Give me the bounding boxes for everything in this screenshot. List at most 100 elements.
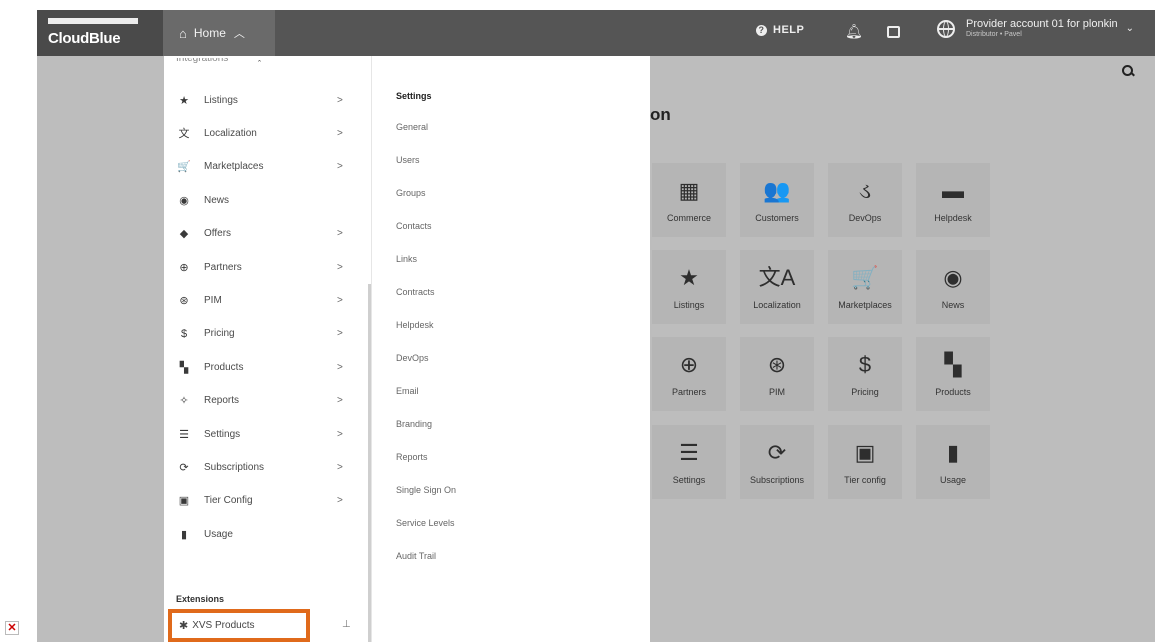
tile-icon: ☰	[679, 440, 699, 465]
tile-marketplaces[interactable]: 🛒 Marketplaces	[828, 250, 902, 324]
tile-icon: 文A	[758, 265, 796, 290]
menu-item-icon: ☰	[179, 428, 189, 441]
menu-item-label: Settings	[204, 428, 241, 440]
chevron-right-icon: >	[337, 161, 343, 173]
menu-item-usage[interactable]: ▮ Usage	[164, 520, 370, 548]
menu-item-settings[interactable]: ☰ Settings >	[164, 420, 370, 448]
tile-usage[interactable]: ▮ Usage	[916, 425, 990, 499]
home-icon: ⌂	[179, 25, 187, 41]
tile-news[interactable]: ◉ News	[916, 250, 990, 324]
chevron-right-icon: >	[337, 261, 343, 273]
menu-item-integrations[interactable]: Integrations	[176, 58, 228, 67]
chevron-right-icon: >	[337, 461, 343, 473]
help-button[interactable]: ? HELP	[756, 24, 804, 36]
tile-products[interactable]: ▚ Products	[916, 337, 990, 411]
menu-scrollbar[interactable]	[368, 284, 371, 642]
menu-item-products[interactable]: ▚ Products >	[164, 353, 370, 381]
messages-icon[interactable]	[887, 26, 900, 38]
scroll-up-icon[interactable]: ˆ	[258, 59, 261, 69]
tile-partners[interactable]: ⊕ Partners	[652, 337, 726, 411]
tile-pim[interactable]: ⊛ PIM	[740, 337, 814, 411]
home-label: Home	[193, 26, 226, 40]
menu-item-label: Subscriptions	[204, 461, 265, 473]
menu-item-offers[interactable]: ◆ Offers >	[164, 220, 370, 248]
tile-pricing[interactable]: $ Pricing	[828, 337, 902, 411]
submenu-item-general[interactable]: General	[396, 122, 428, 132]
tile-label: Listings	[673, 300, 705, 310]
menu-item-pim[interactable]: ⊛ PIM >	[164, 286, 370, 314]
menu-item-listings[interactable]: ★ Listings >	[164, 86, 370, 114]
chevron-right-icon: >	[337, 127, 343, 139]
tile-icon: ▮	[946, 440, 960, 465]
submenu-item-links[interactable]: Links	[396, 254, 417, 264]
logo-text: CloudBlue	[48, 30, 121, 47]
tile-label: Products	[935, 387, 971, 397]
tile-label: Tier config	[844, 475, 886, 485]
submenu-item-helpdesk[interactable]: Helpdesk	[396, 320, 434, 330]
tile-devops[interactable]: ડ DevOps	[828, 163, 902, 237]
tile-label: PIM	[768, 387, 785, 397]
menu-item-subscriptions[interactable]: ⟳ Subscriptions >	[164, 453, 370, 481]
menu-item-tier-config[interactable]: ▣ Tier Config >	[164, 487, 370, 515]
menu-item-icon: ◆	[179, 228, 189, 241]
tile-helpdesk[interactable]: ▬ Helpdesk	[916, 163, 990, 237]
account-switcher[interactable]: Provider account 01 for plonkin Distribu…	[937, 18, 1134, 39]
submenu-item-users[interactable]: Users	[396, 155, 420, 165]
top-bar: CloudBlue ⌂ Home ︿ ? HELP 🔔︎ Provider ac…	[37, 10, 1155, 56]
menu-item-icon: 文	[178, 128, 190, 141]
menu-item-label: News	[204, 194, 230, 206]
menu-item-pricing[interactable]: $ Pricing >	[164, 320, 370, 348]
app-window: CloudBlue ⌂ Home ︿ ? HELP 🔔︎ Provider ac…	[37, 10, 1155, 642]
settings-submenu: Settings General Users Groups Contacts Links…	[372, 56, 650, 642]
menu-item-partners[interactable]: ⊕ Partners >	[164, 253, 370, 281]
help-label: HELP	[773, 24, 805, 36]
menu-item-icon: ⊕	[179, 261, 189, 274]
menu-item-icon: 🛒	[177, 161, 191, 174]
submenu-item-branding[interactable]: Branding	[396, 419, 432, 429]
submenu-item-reports[interactable]: Reports	[396, 452, 428, 462]
submenu-item-email[interactable]: Email	[396, 386, 419, 396]
chevron-down-icon: ⌄	[1125, 23, 1135, 34]
tile-label: Usage	[939, 475, 966, 485]
submenu-item-contracts[interactable]: Contracts	[396, 287, 435, 297]
tile-icon: ⊕	[679, 352, 699, 377]
submenu-item-devops[interactable]: DevOps	[396, 353, 429, 363]
tile-tier-config[interactable]: ▣ Tier config	[828, 425, 902, 499]
tile-listings[interactable]: ★ Listings	[652, 250, 726, 324]
submenu-title: Settings	[396, 91, 432, 101]
tile-icon: ★	[679, 265, 699, 290]
menu-item-marketplaces[interactable]: 🛒 Marketplaces >	[164, 153, 370, 181]
chevron-right-icon: >	[337, 228, 343, 240]
notifications-bell-icon[interactable]: 🔔︎	[845, 23, 863, 40]
menu-item-localization[interactable]: 文 Localization >	[164, 119, 370, 147]
account-role: Distributor • Pavel	[966, 31, 1022, 38]
tile-subscriptions[interactable]: ⟳ Subscriptions	[740, 425, 814, 499]
pin-icon[interactable]: ⊥	[342, 619, 351, 630]
submenu-item-groups[interactable]: Groups	[396, 188, 426, 198]
chevron-right-icon: >	[337, 361, 343, 373]
menu-item-label: Products	[204, 361, 244, 373]
tile-icon: ▦	[678, 178, 700, 203]
tile-settings[interactable]: ☰ Settings	[652, 425, 726, 499]
extension-item-xvs-products[interactable]: ✱ XVS Products	[168, 609, 310, 642]
submenu-item-service-levels[interactable]: Service Levels	[396, 518, 455, 528]
chevron-right-icon: >	[337, 495, 343, 507]
tile-customers[interactable]: 👥 Customers	[740, 163, 814, 237]
globe-icon	[937, 19, 955, 38]
tile-commerce[interactable]: ▦ Commerce	[652, 163, 726, 237]
menu-item-reports[interactable]: ✧ Reports >	[164, 387, 370, 415]
tile-icon: ◉	[943, 265, 963, 290]
menu-item-icon: ✧	[179, 395, 189, 408]
tile-localization[interactable]: 文A Localization	[740, 250, 814, 324]
submenu-item-audit-trail[interactable]: Audit Trail	[396, 551, 436, 561]
search-icon[interactable]	[1122, 65, 1134, 77]
submenu-item-contacts[interactable]: Contacts	[396, 221, 432, 231]
home-menu-button[interactable]: ⌂ Home ︿	[163, 10, 275, 56]
logo[interactable]: CloudBlue	[37, 10, 163, 56]
home-dropdown-menu: Integrations ˆ ★ Listings > 文 Localization > 🛒…	[164, 56, 650, 642]
menu-item-news[interactable]: ◉ News	[164, 186, 370, 214]
menu-item-label: Marketplaces	[204, 161, 264, 173]
tile-icon: 👥	[763, 178, 791, 203]
menu-item-label: Offers	[204, 228, 232, 240]
submenu-item-single-sign-on[interactable]: Single Sign On	[396, 485, 456, 495]
